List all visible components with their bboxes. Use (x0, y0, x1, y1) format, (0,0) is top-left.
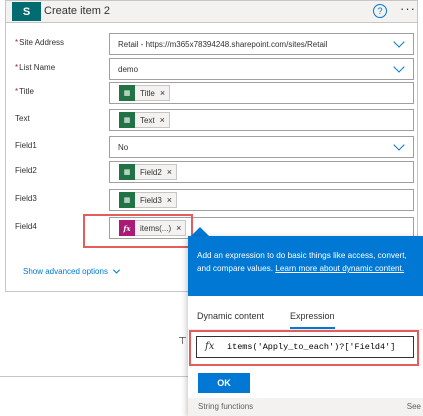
help-icon[interactable]: ? (373, 4, 387, 18)
field3-row: Field3 ▦ Field3 × (6, 189, 417, 211)
popup-tabs: Dynamic content Expression (188, 302, 423, 330)
excel-table-icon: ▦ (119, 112, 135, 128)
tab-dynamic-content[interactable]: Dynamic content (197, 311, 264, 321)
show-advanced-options-link[interactable]: Show advanced options (23, 266, 120, 276)
required-marker: * (15, 63, 19, 72)
sharepoint-icon: S (12, 2, 41, 21)
chevron-down-icon[interactable] (393, 36, 405, 48)
title-token[interactable]: ▦ Title × (119, 85, 171, 101)
learn-more-link[interactable]: Learn more about dynamic content. (275, 264, 404, 273)
list-name-dropdown[interactable]: demo (109, 58, 414, 80)
title-label-text: Title (19, 87, 34, 96)
sharepoint-logo-letter: S (22, 5, 31, 18)
more-icon[interactable]: ··· (400, 1, 416, 16)
popup-banner: Add an expression to do basic things lik… (188, 236, 423, 296)
site-address-dropdown[interactable]: Retail - https://m365x78394248.sharepoin… (109, 33, 414, 55)
excel-table-icon: ▦ (119, 85, 135, 101)
token-remove-icon[interactable]: × (160, 115, 165, 125)
required-marker: * (15, 38, 19, 47)
excel-table-icon: ▦ (119, 192, 135, 208)
field3-input[interactable]: ▦ Field3 × (109, 189, 414, 211)
chevron-down-icon (112, 266, 120, 274)
field2-label: Field2 (15, 166, 37, 175)
text-token[interactable]: ▦ Text × (119, 112, 170, 128)
expression-input[interactable]: fx items('Apply_to_each')?['Field4'] (196, 336, 414, 358)
list-name-label-text: List Name (19, 63, 56, 72)
field1-row: Field1 No (6, 136, 417, 158)
site-address-value: Retail - https://m365x78394248.sharepoin… (118, 40, 328, 49)
field2-row: Field2 ▦ Field2 × (6, 161, 417, 183)
ok-button[interactable]: OK (198, 373, 250, 393)
field2-token[interactable]: ▦ Field2 × (119, 164, 178, 180)
show-advanced-label: Show advanced options (23, 267, 108, 276)
list-name-value: demo (118, 65, 139, 74)
help-glyph: ? (377, 6, 383, 16)
tab-expression[interactable]: Expression (290, 311, 335, 329)
field2-input[interactable]: ▦ Field2 × (109, 161, 414, 183)
site-address-label-text: Site Address (19, 38, 65, 47)
text-row: Text ▦ Text × (6, 109, 417, 131)
site-address-row: *Site Address Retail - https://m365x7839… (6, 33, 417, 55)
chevron-down-icon[interactable] (393, 139, 405, 151)
popup-footer: String functions See (188, 398, 423, 416)
expression-text: items('Apply_to_each')?['Field4'] (227, 342, 396, 352)
field4-highlight-box (83, 214, 193, 248)
field4-label: Field4 (15, 222, 37, 231)
chevron-down-icon[interactable] (393, 61, 405, 73)
field3-label: Field3 (15, 194, 37, 203)
card-header[interactable]: S Create item 2 ? ··· (6, 1, 417, 23)
token-remove-icon[interactable]: × (160, 88, 165, 98)
field1-label: Field1 (15, 141, 37, 150)
text-label: Text (15, 114, 30, 123)
title-label: *Title (15, 87, 34, 96)
token-label: Title (140, 88, 155, 98)
field1-value: No (118, 143, 129, 152)
list-name-row: *List Name demo (6, 58, 417, 80)
token-label: Field2 (140, 167, 162, 177)
list-name-label: *List Name (15, 63, 55, 72)
divider (0, 376, 188, 377)
text-input[interactable]: ▦ Text × (109, 109, 414, 131)
token-remove-icon[interactable]: × (167, 167, 172, 177)
token-label: Text (140, 115, 155, 125)
excel-table-icon: ▦ (119, 164, 135, 180)
card-title: Create item 2 (44, 5, 111, 17)
field1-dropdown[interactable]: No (109, 136, 414, 158)
function-icon: fx (205, 341, 215, 352)
title-input[interactable]: ▦ Title × (109, 82, 414, 104)
dynamic-content-popup: Add an expression to do basic things lik… (188, 236, 423, 416)
token-remove-icon[interactable]: × (167, 195, 172, 205)
required-marker: * (15, 87, 19, 96)
see-more-link[interactable]: See (407, 402, 421, 411)
field3-token[interactable]: ▦ Field3 × (119, 192, 178, 208)
title-row: *Title ▦ Title × (6, 82, 417, 104)
site-address-label: *Site Address (15, 38, 64, 47)
string-functions-label: String functions (198, 402, 254, 411)
token-label: Field3 (140, 195, 162, 205)
